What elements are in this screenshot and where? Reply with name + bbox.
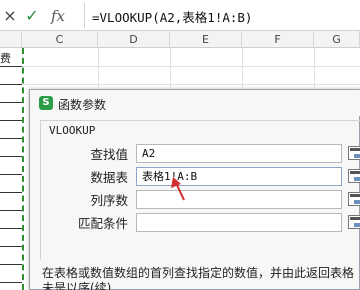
table-array-input[interactable]: 表格1!A:B [136, 167, 342, 186]
column-header-b[interactable] [0, 31, 22, 48]
wps-logo-icon: S [39, 96, 53, 110]
arg-label-col-index: 列序数 [90, 193, 128, 208]
range-picker-icon[interactable] [348, 215, 360, 229]
description-line: 未是以序(续) [42, 281, 112, 290]
arg-label-lookup-value: 查找值 [90, 147, 128, 162]
function-arguments-dialog: S 函数参数 VLOOKUP 查找值 A2 数据表 表格1!A:B 列序数 匹配… [29, 89, 360, 290]
column-header-d[interactable]: D [98, 31, 170, 48]
arg-label-table-array: 数据表 [90, 170, 128, 185]
column-header-f[interactable]: F [242, 31, 314, 48]
insert-function-icon[interactable]: fx [47, 6, 69, 26]
formula-bar-divider [84, 3, 85, 28]
function-name-label: VLOOKUP [49, 124, 96, 137]
col-index-input[interactable] [136, 190, 342, 209]
column-b-header-cell: 费 [0, 52, 11, 65]
lookup-value-input[interactable]: A2 [136, 144, 342, 163]
copy-selection-marquee [22, 48, 24, 290]
dialog-title: 函数参数 [58, 98, 107, 112]
range-picker-icon[interactable] [348, 146, 360, 160]
arg-label-range-lookup: 匹配条件 [77, 216, 128, 231]
formula-bar: × ✓ fx =VLOOKUP(A2,表格1!A:B) [0, 0, 360, 31]
confirm-icon[interactable]: ✓ [24, 6, 40, 26]
dialog-title-bar[interactable]: S 函数参数 [30, 90, 360, 116]
column-header-c[interactable]: C [22, 31, 98, 48]
column-header-e[interactable]: E [170, 31, 242, 48]
function-description: 在表格或数值数组的首列查找指定的数值，并由此返回表格 未是以序(续) [42, 266, 360, 290]
gridline [0, 66, 360, 67]
range-lookup-input[interactable] [136, 213, 342, 232]
formula-input[interactable]: =VLOOKUP(A2,表格1!A:B) [92, 7, 252, 26]
column-header-g[interactable]: G [314, 31, 360, 48]
gridline [0, 84, 360, 85]
cancel-icon[interactable]: × [2, 6, 18, 26]
range-picker-icon[interactable] [348, 169, 360, 183]
column-header-row: C D E F G [0, 31, 360, 48]
range-picker-icon[interactable] [348, 192, 360, 206]
description-line: 在表格或数值数组的首列查找指定的数值，并由此返回表格 [42, 266, 355, 280]
